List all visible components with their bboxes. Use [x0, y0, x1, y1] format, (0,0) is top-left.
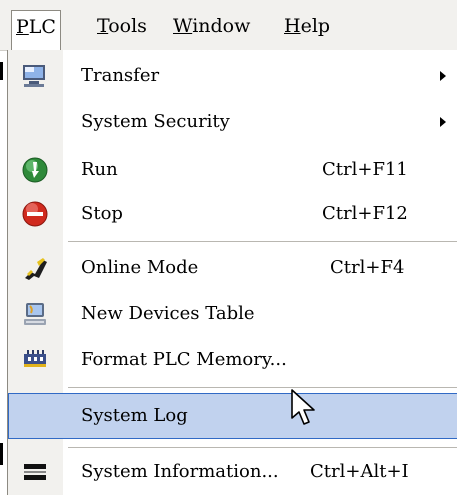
menu-item-label: System Information...: [81, 461, 279, 482]
submenu-arrow-icon: [440, 71, 446, 81]
menu-item-label: New Devices Table: [81, 303, 255, 324]
menu-help-label: elp: [300, 15, 331, 37]
transfer-icon: [23, 65, 45, 87]
menu-item-label: System Security: [81, 111, 230, 132]
menu-window-label: indow: [192, 15, 251, 37]
menu-item-shortcut: Ctrl+F4: [330, 257, 405, 278]
format-memory-icon: [24, 350, 46, 367]
menu-separator: [68, 387, 457, 388]
menu-help-accel: H: [284, 15, 301, 37]
menu-tools-label: ools: [108, 15, 147, 37]
menu-item-online-mode[interactable]: Online Mode Ctrl+F4: [8, 246, 457, 290]
online-mode-icon: [25, 258, 47, 280]
submenu-arrow-icon: [440, 117, 446, 127]
system-info-icon: [24, 464, 46, 480]
menu-window[interactable]: Window: [169, 10, 254, 42]
menu-plc[interactable]: PLC: [11, 10, 61, 51]
stop-icon: [22, 201, 48, 227]
menu-window-accel: W: [173, 15, 193, 37]
menu-plc-accel: P: [16, 16, 29, 38]
menu-separator: [68, 241, 457, 242]
menu-item-shortcut: Ctrl+Alt+I: [310, 461, 409, 482]
menu-tools-accel: T: [97, 15, 109, 37]
menu-item-transfer[interactable]: Transfer: [8, 54, 457, 98]
frame-edge: [0, 62, 3, 80]
menu-item-label: Run: [81, 159, 118, 180]
menu-item-system-log[interactable]: System Log: [8, 393, 457, 439]
menu-item-system-information[interactable]: System Information... Ctrl+Alt+I: [8, 450, 457, 494]
frame-edge: [0, 443, 3, 465]
menu-item-label: Online Mode: [81, 257, 199, 278]
plc-dropdown-menu: Transfer System Security Run Ctrl+F11 St…: [7, 50, 457, 495]
menu-item-shortcut: Ctrl+F12: [322, 203, 408, 224]
menu-item-label: System Log: [81, 405, 188, 426]
devices-table-icon: [24, 303, 46, 325]
mouse-pointer-icon: [291, 389, 315, 425]
menu-bar: PLC Tools Window Help: [0, 0, 457, 51]
menu-item-new-devices-table[interactable]: New Devices Table: [8, 292, 457, 336]
menu-separator: [68, 447, 457, 448]
menu-tools[interactable]: Tools: [93, 10, 151, 42]
run-icon: [22, 157, 48, 183]
menu-item-shortcut: Ctrl+F11: [322, 159, 408, 180]
menu-item-label: Transfer: [81, 65, 160, 86]
menu-plc-label: LC: [28, 16, 56, 38]
menu-item-format-plc-memory[interactable]: Format PLC Memory...: [8, 338, 457, 382]
menu-item-label: Format PLC Memory...: [81, 349, 287, 370]
menu-item-stop[interactable]: Stop Ctrl+F12: [8, 192, 457, 236]
menu-item-system-security[interactable]: System Security: [8, 100, 457, 144]
menu-item-label: Stop: [81, 203, 123, 224]
menu-help[interactable]: Help: [280, 10, 334, 42]
menu-item-run[interactable]: Run Ctrl+F11: [8, 148, 457, 192]
